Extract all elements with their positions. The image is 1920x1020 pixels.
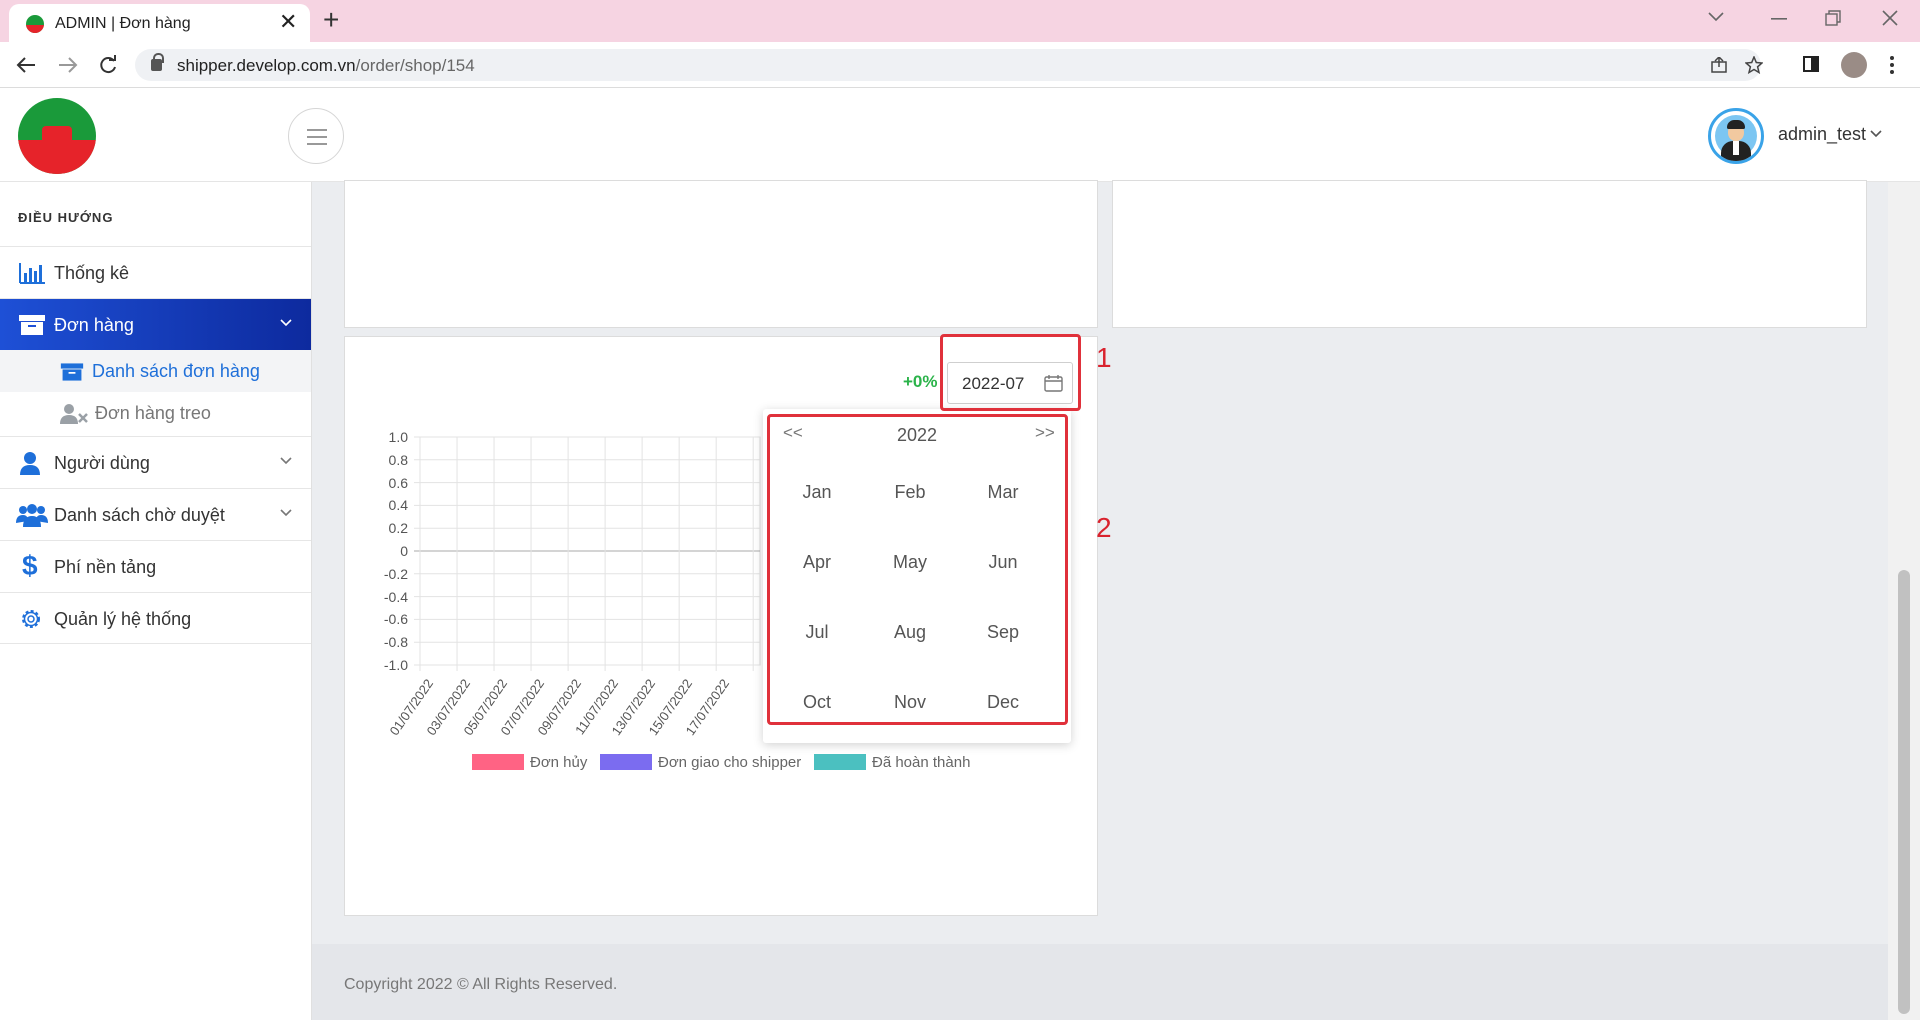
y-tick-label: 0.6 (388, 474, 408, 491)
back-arrow-icon[interactable] (16, 56, 36, 74)
minimize-icon[interactable] (1771, 18, 1787, 20)
browser-tab[interactable]: ADMIN | Đơn hàng ✕ (9, 4, 310, 42)
y-tick-label: 0.8 (388, 451, 408, 468)
sidebar-item-label: Thống kê (54, 263, 130, 283)
chevron-down-icon (280, 509, 292, 517)
side-panel-icon[interactable] (1803, 56, 1819, 72)
y-tick-label: 1.0 (388, 429, 408, 445)
annotation-box-1 (940, 334, 1081, 411)
sidebar-subitem-pending-orders[interactable]: Đơn hàng treo (0, 392, 311, 434)
annotation-box-2 (767, 414, 1068, 725)
stat-card-top-right (1112, 180, 1867, 328)
y-tick-label: -0.4 (383, 588, 408, 605)
bookmark-star-icon[interactable] (1745, 56, 1763, 74)
dollar-icon: $ (22, 550, 38, 581)
legend-label: Đã hoàn thành (872, 754, 971, 771)
bar-chart-icon (19, 263, 45, 284)
restore-icon[interactable] (1825, 10, 1841, 26)
avatar-hair (1727, 120, 1745, 129)
hamburger-line (307, 143, 327, 145)
y-tick-label: -0.6 (383, 611, 408, 628)
user-name[interactable]: admin_test (1778, 124, 1866, 145)
url-path: /order/shop/154 (355, 56, 475, 75)
sidebar-item-platform-fee[interactable]: $ Phí nền tảng (0, 540, 311, 592)
hamburger-line (307, 136, 327, 138)
browser-tab-bar: ADMIN | Đơn hàng ✕ + (0, 0, 1920, 42)
url-text: shipper.develop.com.vn/order/shop/154 (177, 56, 475, 76)
app-header: admin_test (0, 88, 1920, 182)
sidebar-item-users[interactable]: Người dùng (0, 436, 311, 488)
legend-swatch (814, 754, 866, 770)
sidebar-item-label: Người dùng (54, 453, 150, 473)
sidebar-item-label: Quản lý hệ thống (54, 609, 192, 629)
close-window-icon[interactable] (1882, 10, 1898, 26)
users-group-icon (16, 504, 48, 527)
lock-icon (151, 53, 164, 71)
sidebar-item-orders[interactable]: Đơn hàng (0, 298, 311, 350)
chevron-down-icon (280, 319, 292, 327)
hamburger-line (307, 129, 327, 131)
tab-search-icon[interactable] (1708, 12, 1724, 22)
legend-label: Đơn hủy (530, 754, 588, 771)
y-tick-label: 0 (400, 543, 408, 559)
menu-toggle-button[interactable] (288, 108, 344, 164)
user-remove-icon (60, 404, 88, 424)
url-field[interactable]: shipper.develop.com.vn/order/shop/154 (135, 49, 1763, 81)
y-tick-label: -1.0 (383, 657, 408, 673)
more-menu-icon[interactable] (1890, 56, 1894, 74)
archive-box-icon (19, 315, 45, 335)
user-icon (20, 452, 40, 475)
user-avatar[interactable] (1708, 108, 1764, 164)
forward-arrow-icon[interactable] (58, 56, 78, 74)
sidebar-subitem-order-list[interactable]: Danh sách đơn hàng (0, 350, 311, 392)
sidebar-item-system-management[interactable]: Quản lý hệ thống (0, 592, 311, 644)
y-tick-label: -0.8 (383, 634, 408, 651)
y-tick-label: 0.4 (388, 497, 408, 514)
sidebar-item-approval-list[interactable]: Danh sách chờ duyệt (0, 488, 311, 540)
tab-title: ADMIN | Đơn hàng (55, 15, 191, 32)
y-tick-label: 0.2 (388, 520, 408, 537)
annotation-label-2: 2 (1096, 512, 1112, 543)
sidebar-item-label: Phí nền tảng (54, 557, 157, 577)
address-bar: shipper.develop.com.vn/order/shop/154 (0, 42, 1920, 88)
page-scrollbar[interactable] (1888, 182, 1920, 1020)
sidebar-item-statistics[interactable]: Thống kê (0, 246, 311, 298)
scrollbar-thumb[interactable] (1898, 570, 1910, 1014)
user-menu-chevron-down-icon[interactable] (1870, 130, 1882, 138)
annotation-label-1: 1 (1096, 342, 1112, 373)
sidebar-item-label: Đơn hàng (54, 315, 134, 335)
new-tab-button[interactable]: + (323, 5, 339, 35)
stat-card-top-left (344, 180, 1098, 328)
sidebar-subitem-label: Đơn hàng treo (95, 403, 211, 423)
share-icon[interactable] (1711, 57, 1729, 73)
brand-logo[interactable] (18, 98, 96, 174)
growth-percentage: +0% (903, 372, 938, 391)
gear-icon (22, 610, 40, 628)
logo-notch (42, 126, 72, 152)
avatar-shirt (1733, 141, 1739, 155)
footer-copyright: Copyright 2022 © All Rights Reserved. (344, 976, 618, 993)
sidebar-item-label: Danh sách chờ duyệt (54, 505, 225, 525)
sidebar: ĐIỀU HƯỚNG Thống kê Đơn hàng Danh sách đ… (0, 182, 312, 1020)
sidebar-subitem-label: Danh sách đơn hàng (92, 361, 260, 381)
y-tick-label: -0.2 (383, 565, 408, 582)
chevron-down-icon (280, 457, 292, 465)
profile-avatar-icon[interactable] (1841, 52, 1867, 78)
site-favicon-icon (26, 15, 44, 33)
nav-heading: ĐIỀU HƯỚNG (18, 210, 114, 225)
legend-swatch (600, 754, 652, 770)
url-host: shipper.develop.com.vn (177, 56, 356, 75)
reload-icon[interactable] (98, 55, 118, 75)
archive-box-icon (60, 363, 84, 381)
legend-label: Đơn giao cho shipper (658, 754, 802, 771)
legend-swatch (472, 754, 524, 770)
orders-chart (414, 436, 761, 671)
tab-close-icon[interactable]: ✕ (279, 10, 297, 34)
